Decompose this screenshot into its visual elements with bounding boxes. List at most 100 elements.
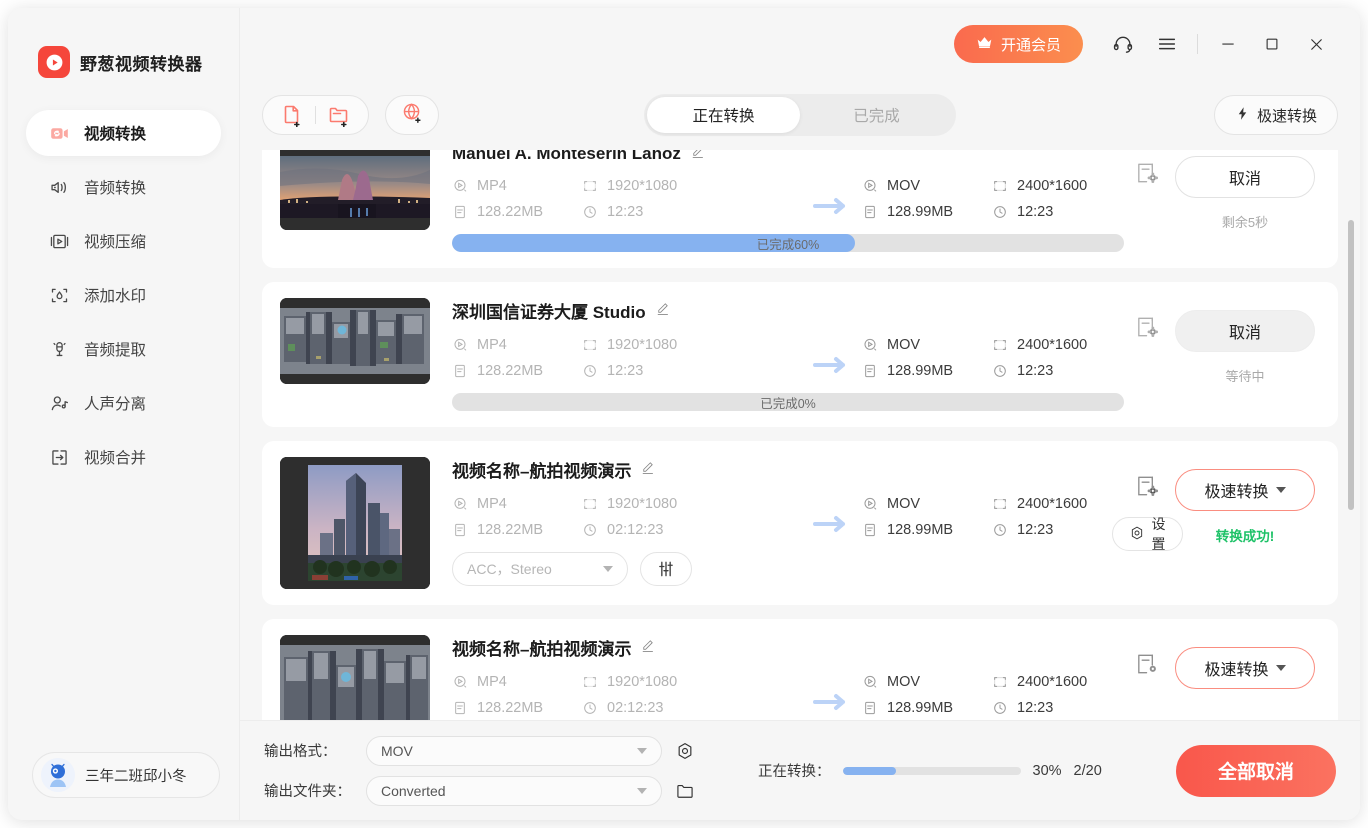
equalizer-icon[interactable] <box>640 552 692 586</box>
sidebar-item-watermark[interactable]: 添加水印 <box>26 272 221 318</box>
arrow-right-icon <box>800 178 862 216</box>
sidebar-item-label: 音频转换 <box>84 176 146 198</box>
task-list-scrollbar[interactable] <box>1348 220 1354 510</box>
add-folder-icon[interactable] <box>316 96 362 134</box>
output-format-label: 输出格式： <box>264 740 356 761</box>
fast-convert-label: 极速转换 <box>1204 478 1268 502</box>
source-size: 128.22MB <box>452 700 582 716</box>
sidebar-item-label: 人声分离 <box>84 392 146 414</box>
chevron-down-icon <box>1276 487 1286 493</box>
add-buttons-group <box>262 95 369 135</box>
gear-icon[interactable] <box>672 741 698 761</box>
sidebar-item-voice-separate[interactable]: 人声分离 <box>26 380 221 426</box>
task-title-row: 深圳国信证券大厦 Studio <box>452 298 1124 323</box>
edit-pencil-icon[interactable] <box>690 150 705 164</box>
file-settings-icon[interactable] <box>1124 298 1170 341</box>
table-row[interactable]: 视频名称–航拍视频演示 <box>262 441 1338 605</box>
converting-label: 正在转换： <box>758 760 831 781</box>
cancel-all-button[interactable]: 全部取消 <box>1176 745 1336 797</box>
cancel-button[interactable]: 取消 <box>1175 310 1315 352</box>
source-meta: MP4 1920*1080 <box>452 337 800 389</box>
output-folder-select[interactable]: Converted <box>366 776 662 806</box>
file-settings-icon[interactable] <box>1124 635 1170 678</box>
edit-pencil-icon[interactable] <box>640 460 655 480</box>
file-settings-icon[interactable] <box>1134 473 1161 505</box>
video-compress-icon <box>48 230 70 252</box>
headset-icon[interactable] <box>1101 24 1145 64</box>
edit-pencil-icon[interactable] <box>655 301 670 321</box>
sidebar-item-video-compress[interactable]: 视频压缩 <box>26 218 221 264</box>
overall-progress-percent: 30% <box>1033 763 1062 779</box>
task-progress-bar: 已完成0% <box>452 393 1124 411</box>
source-size: 128.22MB <box>452 522 582 538</box>
source-resolution: 1920*1080 <box>582 178 718 194</box>
maximize-icon[interactable] <box>1250 24 1294 64</box>
fast-convert-button[interactable]: 极速转换 <box>1214 95 1338 135</box>
brand: 野葱视频转换器 <box>8 8 239 78</box>
chevron-down-icon <box>637 788 647 794</box>
task-action-area: 极速转换 <box>1170 635 1320 689</box>
table-row[interactable]: Manuel A. Monteserín Lahoz <box>262 150 1338 268</box>
sidebar-item-audio-extract[interactable]: 音频提取 <box>26 326 221 372</box>
close-icon[interactable] <box>1294 24 1338 64</box>
sidebar-nav: 视频转换 音频转换 <box>8 110 239 480</box>
source-duration: 12:23 <box>582 204 718 220</box>
watermark-icon <box>48 284 70 306</box>
folder-icon[interactable] <box>672 781 698 801</box>
output-format-select[interactable]: MOV <box>366 736 662 766</box>
task-info: 视频名称–航拍视频演示 <box>430 635 1124 720</box>
tab-converting[interactable]: 正在转换 <box>647 97 800 133</box>
sidebar-item-label: 视频合并 <box>84 446 146 468</box>
user-profile-chip[interactable]: 三年二班邱小冬 <box>32 752 220 798</box>
source-format: MP4 <box>452 178 582 194</box>
target-settings-column: 设置 <box>1124 457 1170 551</box>
add-file-icon[interactable] <box>269 96 315 134</box>
fast-convert-dropdown-button[interactable]: 极速转换 <box>1175 469 1315 511</box>
target-size: 128.99MB <box>862 700 992 716</box>
voice-separate-icon <box>48 392 70 414</box>
source-size: 128.22MB <box>452 363 582 379</box>
source-duration: 02:12:23 <box>582 700 718 716</box>
fast-convert-dropdown-button[interactable]: 极速转换 <box>1175 647 1315 689</box>
fast-convert-label: 极速转换 <box>1257 105 1317 126</box>
sidebar-item-video-merge[interactable]: 视频合并 <box>26 434 221 480</box>
chevron-down-icon <box>603 566 613 572</box>
sidebar-item-label: 视频转换 <box>84 122 146 144</box>
sidebar-item-label: 音频提取 <box>84 338 146 360</box>
fast-convert-label: 极速转换 <box>1204 656 1268 680</box>
output-folder-row: 输出文件夹： Converted <box>264 776 698 806</box>
cancel-button[interactable]: 取消 <box>1175 156 1315 198</box>
source-meta: MP4 1920*1080 <box>452 178 800 230</box>
brand-name: 野葱视频转换器 <box>80 50 203 75</box>
file-settings-icon[interactable] <box>1124 150 1170 187</box>
main-area: 开通会员 <box>240 8 1360 820</box>
source-meta: MP4 1920*1080 <box>452 496 800 548</box>
edit-pencil-icon[interactable] <box>640 638 655 658</box>
sidebar-item-video-convert[interactable]: 视频转换 <box>26 110 221 156</box>
table-row[interactable]: 视频名称–航拍视频演示 <box>262 619 1338 720</box>
sidebar-item-audio-convert[interactable]: 音频转换 <box>26 164 221 210</box>
add-url-button[interactable] <box>385 95 439 135</box>
tab-completed[interactable]: 已完成 <box>800 97 953 133</box>
source-format: MP4 <box>452 337 582 353</box>
app-window: 野葱视频转换器 视频转换 <box>8 8 1360 820</box>
target-resolution: 2400*1600 <box>992 337 1128 353</box>
hamburger-menu-icon[interactable] <box>1145 24 1189 64</box>
vip-subscribe-button[interactable]: 开通会员 <box>954 25 1083 63</box>
output-folder-value: Converted <box>381 783 637 799</box>
task-progress-label: 已完成0% <box>452 393 1124 411</box>
microphone-icon <box>48 338 70 360</box>
source-size: 128.22MB <box>452 204 582 220</box>
sidebar-item-label: 视频压缩 <box>84 230 146 252</box>
task-meta: MP4 1920*1080 <box>452 337 1124 389</box>
audio-codec-select[interactable]: ACC，Stereo <box>452 552 628 586</box>
target-resolution: 2400*1600 <box>992 178 1128 194</box>
source-resolution: 1920*1080 <box>582 496 718 512</box>
target-duration: 12:23 <box>992 204 1128 220</box>
target-format: MOV <box>862 674 992 690</box>
minimize-icon[interactable] <box>1206 24 1250 64</box>
source-resolution: 1920*1080 <box>582 674 718 690</box>
task-title-row: 视频名称–航拍视频演示 <box>452 635 1124 660</box>
video-convert-icon <box>48 122 70 144</box>
table-row[interactable]: 深圳国信证券大厦 Studio <box>262 282 1338 427</box>
